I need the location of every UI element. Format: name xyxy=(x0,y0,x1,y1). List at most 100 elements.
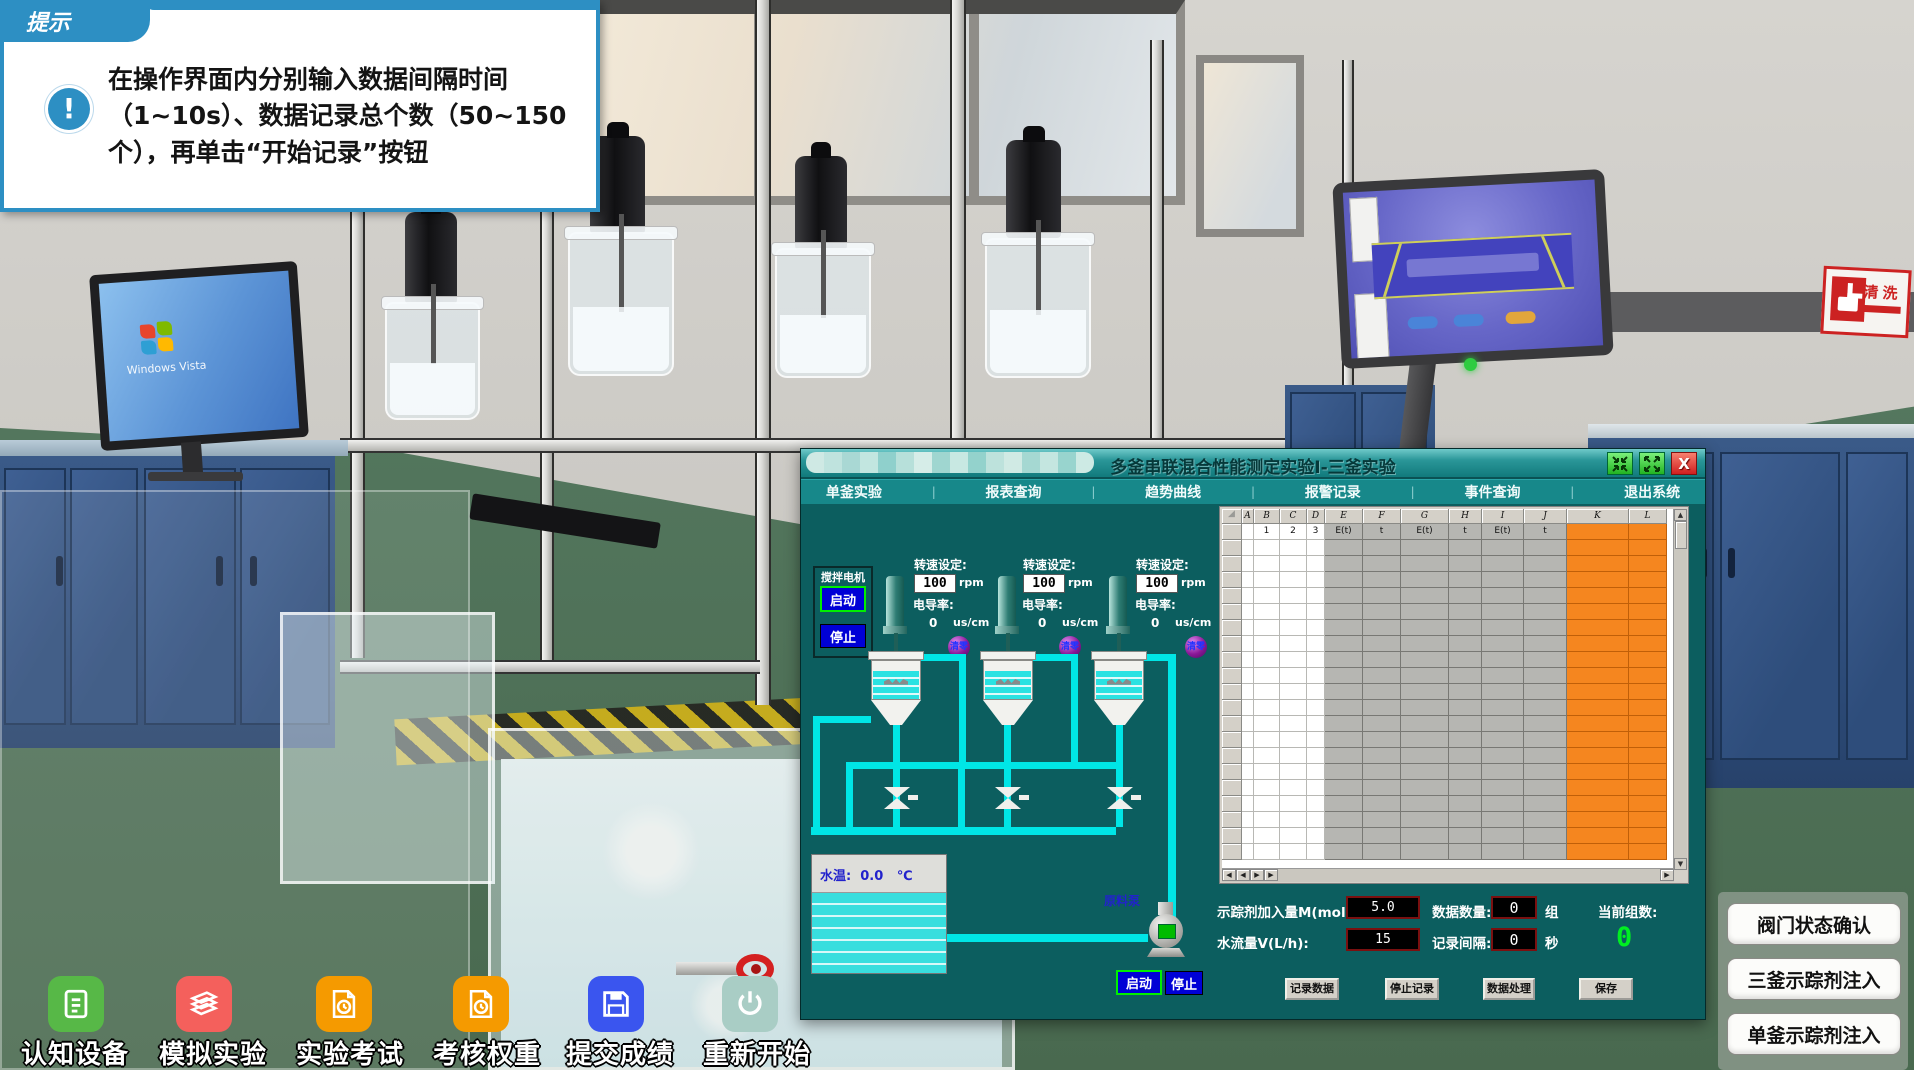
table-cell[interactable] xyxy=(1363,556,1401,572)
table-cell[interactable] xyxy=(1401,780,1449,796)
table-cell[interactable] xyxy=(1280,652,1307,668)
table-cell[interactable] xyxy=(1401,556,1449,572)
table-cell[interactable] xyxy=(1567,540,1629,556)
data-count-input[interactable] xyxy=(1491,896,1537,919)
menu-event-query[interactable]: 事件查询 xyxy=(1464,482,1520,502)
table-cell[interactable] xyxy=(1524,652,1567,668)
table-cell[interactable]: t xyxy=(1363,524,1401,540)
table-cell[interactable] xyxy=(1325,604,1363,620)
clear-zero-button[interactable]: 清零 xyxy=(1185,636,1207,658)
table-cell[interactable] xyxy=(1280,684,1307,700)
table-cell[interactable] xyxy=(1524,540,1567,556)
table-cell[interactable] xyxy=(1449,668,1482,684)
table-cell[interactable] xyxy=(1363,620,1401,636)
table-cell[interactable] xyxy=(1307,588,1325,604)
table-cell[interactable] xyxy=(1567,620,1629,636)
table-cell[interactable] xyxy=(1567,764,1629,780)
table-cell[interactable]: E(t) xyxy=(1482,524,1524,540)
table-cell[interactable] xyxy=(1629,652,1667,668)
table-cell[interactable] xyxy=(1524,732,1567,748)
table-cell[interactable] xyxy=(1482,588,1524,604)
table-cell[interactable]: 2 xyxy=(1280,524,1307,540)
table-cell[interactable] xyxy=(1449,620,1482,636)
table-cell[interactable] xyxy=(1307,764,1325,780)
table-cell[interactable]: 3 xyxy=(1307,524,1325,540)
table-cell[interactable] xyxy=(1254,812,1280,828)
table-cell[interactable] xyxy=(1325,620,1363,636)
table-cell[interactable] xyxy=(1567,700,1629,716)
table-cell[interactable] xyxy=(1242,604,1254,620)
table-cell[interactable] xyxy=(1567,556,1629,572)
table-cell[interactable] xyxy=(1482,572,1524,588)
table-cell[interactable] xyxy=(1280,748,1307,764)
table-cell[interactable] xyxy=(1629,812,1667,828)
table-cell[interactable] xyxy=(1449,828,1482,844)
table-cell[interactable] xyxy=(1567,636,1629,652)
table-cell[interactable] xyxy=(1524,620,1567,636)
table-cell[interactable] xyxy=(1482,604,1524,620)
vertical-scrollbar[interactable]: ▲ ▼ xyxy=(1673,509,1687,870)
horizontal-scrollbar[interactable]: ◀ ◀ ▶ ▶ ▶ xyxy=(1222,868,1674,882)
table-cell[interactable] xyxy=(1307,668,1325,684)
stop-record-button[interactable]: 停止记录 xyxy=(1385,978,1439,1000)
table-cell[interactable] xyxy=(1629,844,1667,860)
valve-status-confirm-button[interactable]: 阀门状态确认 xyxy=(1727,903,1901,945)
table-cell[interactable] xyxy=(1449,540,1482,556)
table-cell[interactable] xyxy=(1307,796,1325,812)
stir-motor-start-button[interactable]: 启动 xyxy=(820,586,866,612)
table-cell[interactable] xyxy=(1254,556,1280,572)
table-cell[interactable] xyxy=(1307,636,1325,652)
layers-icon[interactable] xyxy=(176,976,232,1032)
close-button[interactable]: X xyxy=(1671,452,1697,475)
table-cell[interactable] xyxy=(1242,524,1254,540)
table-cell[interactable] xyxy=(1325,652,1363,668)
pump-start-button[interactable]: 启动 xyxy=(1116,970,1162,995)
table-cell[interactable] xyxy=(1280,540,1307,556)
table-cell[interactable] xyxy=(1363,732,1401,748)
table-cell[interactable] xyxy=(1280,796,1307,812)
table-cell[interactable] xyxy=(1401,844,1449,860)
table-cell[interactable] xyxy=(1363,764,1401,780)
table-cell[interactable] xyxy=(1629,684,1667,700)
table-cell[interactable] xyxy=(1363,780,1401,796)
table-cell[interactable] xyxy=(1449,844,1482,860)
reactor-vessel[interactable] xyxy=(568,232,674,376)
table-cell[interactable] xyxy=(1325,828,1363,844)
table-cell[interactable] xyxy=(1567,684,1629,700)
table-cell[interactable] xyxy=(1307,540,1325,556)
table-cell[interactable] xyxy=(1242,540,1254,556)
valve-3[interactable] xyxy=(1107,787,1133,809)
table-cell[interactable] xyxy=(1567,780,1629,796)
table-cell[interactable] xyxy=(1567,796,1629,812)
table-cell[interactable] xyxy=(1254,828,1280,844)
table-cell[interactable] xyxy=(1567,844,1629,860)
table-cell[interactable] xyxy=(1629,700,1667,716)
table-cell[interactable] xyxy=(1307,748,1325,764)
stir-motor-stop-button[interactable]: 停止 xyxy=(820,624,866,648)
table-cell[interactable] xyxy=(1363,748,1401,764)
table-cell[interactable] xyxy=(1629,572,1667,588)
table-cell[interactable] xyxy=(1254,540,1280,556)
table-cell[interactable] xyxy=(1280,828,1307,844)
table-cell[interactable] xyxy=(1280,572,1307,588)
table-cell[interactable] xyxy=(1482,796,1524,812)
tracer-amount-input[interactable] xyxy=(1346,896,1420,919)
save-button[interactable]: 保存 xyxy=(1579,978,1633,1000)
table-cell[interactable] xyxy=(1307,604,1325,620)
table-cell[interactable] xyxy=(1307,620,1325,636)
table-cell[interactable] xyxy=(1629,716,1667,732)
document-icon[interactable] xyxy=(48,976,104,1032)
table-cell[interactable] xyxy=(1524,556,1567,572)
table-cell[interactable] xyxy=(1629,828,1667,844)
table-cell[interactable] xyxy=(1307,652,1325,668)
table-cell[interactable] xyxy=(1567,668,1629,684)
valve-1[interactable] xyxy=(884,787,910,809)
maximize-button[interactable] xyxy=(1639,452,1665,475)
table-cell[interactable] xyxy=(1242,572,1254,588)
table-cell[interactable] xyxy=(1629,540,1667,556)
table-cell[interactable] xyxy=(1567,588,1629,604)
reactor-vessel[interactable] xyxy=(775,248,871,378)
table-cell[interactable] xyxy=(1401,668,1449,684)
table-cell[interactable] xyxy=(1280,636,1307,652)
table-cell[interactable] xyxy=(1401,796,1449,812)
